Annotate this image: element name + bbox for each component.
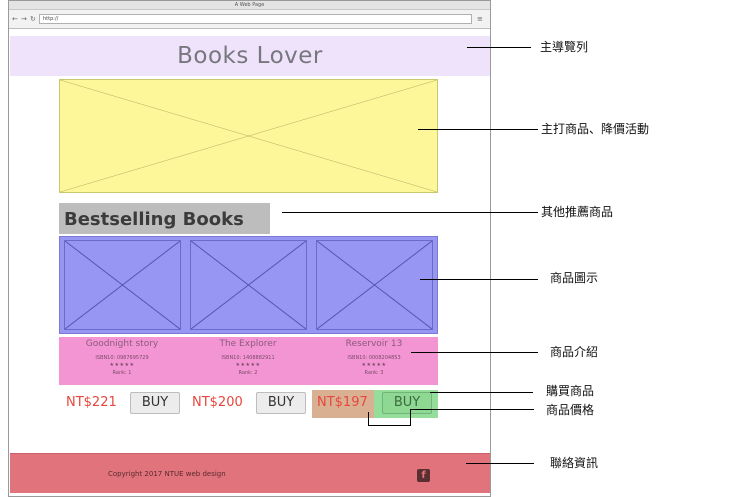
- annotation-contact: 聯絡資訊: [550, 456, 599, 470]
- product-card: Goodnight story ISBN10: 0987695729 ★★★★★…: [59, 337, 185, 385]
- product-rank: Rank: 2: [238, 370, 258, 376]
- annotation-images: 商品圖示: [550, 271, 599, 285]
- annotation-line-price-v2: [368, 412, 369, 426]
- product-image-1[interactable]: [64, 240, 181, 330]
- hamburger-menu-icon[interactable]: ≡: [477, 15, 485, 23]
- product-title[interactable]: Reservoir 13: [311, 339, 437, 349]
- image-placeholder-icon: [317, 241, 432, 329]
- product-card: The Explorer ISBN10: 1408882911 ★★★★★ Ra…: [185, 337, 311, 385]
- annotation-line-buy: [430, 392, 533, 393]
- product-image-2[interactable]: [190, 240, 307, 330]
- address-bar[interactable]: http://: [39, 14, 472, 24]
- annotation-nav: 主導覽列: [540, 40, 589, 54]
- product-title[interactable]: The Explorer: [185, 339, 311, 349]
- star-rating-icon: ★★★★★: [235, 362, 261, 368]
- image-placeholder-icon: [65, 241, 180, 329]
- buy-button[interactable]: BUY: [256, 392, 306, 414]
- annotation-line-nav: [467, 47, 531, 48]
- annotation-recommend: 其他推薦商品: [541, 205, 614, 219]
- annotation-line-images: [420, 279, 538, 280]
- facebook-icon[interactable]: f: [417, 469, 430, 482]
- product-price: NT$197: [317, 395, 368, 410]
- bestselling-heading: Bestselling Books: [64, 209, 244, 230]
- forward-arrow-icon[interactable]: →: [21, 15, 27, 24]
- product-isbn: ISBN10: 1408882911: [221, 355, 275, 361]
- product-images-row: [59, 236, 438, 334]
- image-placeholder-icon: [191, 241, 306, 329]
- product-price: NT$200: [192, 395, 243, 410]
- star-rating-icon: ★★★★★: [109, 362, 135, 368]
- annotation-line-intro: [411, 352, 538, 353]
- product-price: NT$221: [66, 395, 117, 410]
- window-title: A Web Page: [9, 1, 490, 10]
- annotation-line-featured: [418, 129, 538, 130]
- refresh-icon[interactable]: ↻: [30, 15, 36, 24]
- annotation-buy: 購買商品: [546, 384, 595, 398]
- annotation-line-price: [410, 409, 534, 410]
- annotation-line-price-v: [410, 409, 411, 426]
- site-title[interactable]: Books Lover: [10, 36, 490, 76]
- annotation-featured: 主打商品、降價活動: [541, 122, 650, 136]
- footer: Copyright 2017 NTUE web design f: [10, 453, 490, 493]
- annotation-line-recommend: [282, 212, 538, 213]
- product-isbn: ISBN10: 0987695729: [95, 355, 149, 361]
- product-card: Reservoir 13 ISBN10: 0008204853 ★★★★★ Ra…: [311, 337, 437, 385]
- bestselling-heading-box: Bestselling Books: [59, 203, 270, 234]
- annotation-price: 商品價格: [546, 403, 595, 417]
- product-info-band: Goodnight story ISBN10: 0987695729 ★★★★★…: [59, 337, 438, 385]
- star-rating-icon: ★★★★★: [361, 362, 387, 368]
- annotation-line-price-h2: [368, 425, 411, 426]
- product-title[interactable]: Goodnight story: [59, 339, 185, 349]
- buy-button[interactable]: BUY: [130, 392, 180, 414]
- product-isbn: ISBN10: 0008204853: [347, 355, 401, 361]
- annotation-intro: 商品介紹: [550, 345, 599, 359]
- product-rank: Rank: 1: [112, 370, 132, 376]
- copyright-text: Copyright 2017 NTUE web design: [108, 470, 226, 478]
- main-nav-header: Books Lover: [10, 36, 490, 76]
- buy-button[interactable]: BUY: [382, 392, 432, 414]
- annotation-line-contact: [466, 463, 534, 464]
- browser-toolbar: ← → ↻ http:// ≡: [9, 10, 490, 29]
- back-arrow-icon[interactable]: ←: [12, 15, 18, 24]
- product-image-3[interactable]: [316, 240, 433, 330]
- product-rank: Rank: 3: [364, 370, 384, 376]
- image-placeholder-icon: [60, 80, 437, 192]
- featured-banner-placeholder[interactable]: [59, 79, 438, 193]
